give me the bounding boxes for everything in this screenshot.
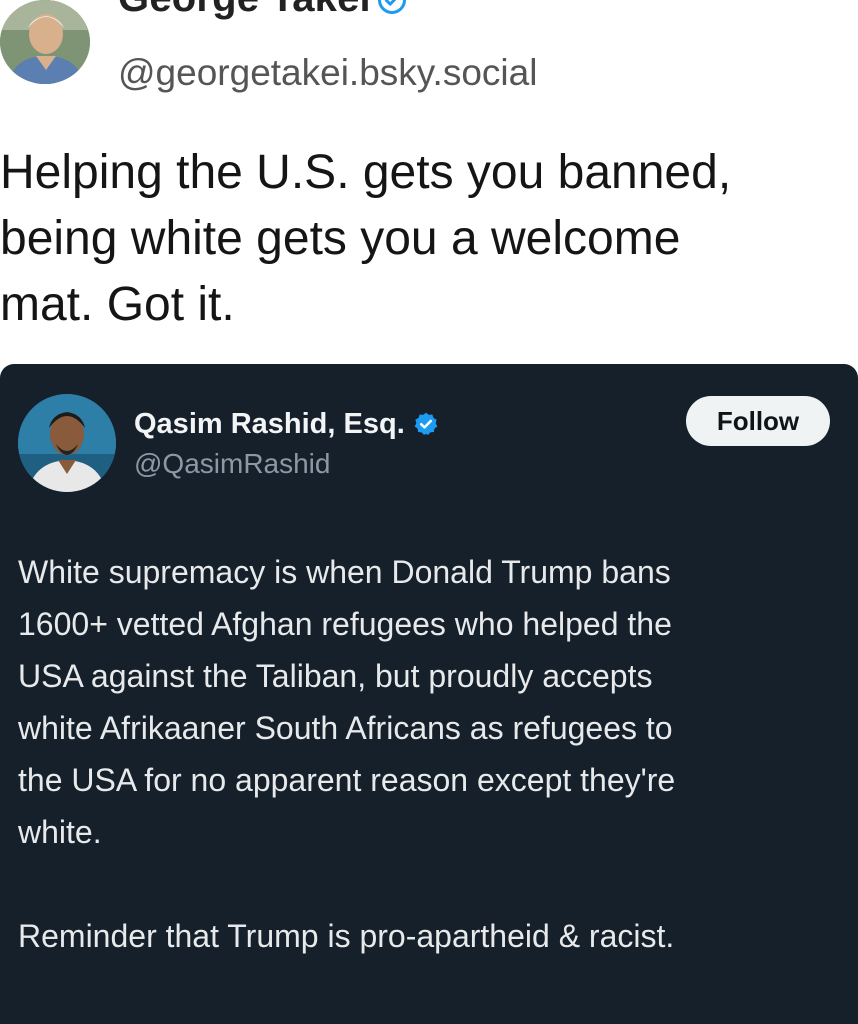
quoted-author-name-row: Qasim Rashid, Esq. — [134, 404, 439, 444]
post-text: Helping the U.S. gets you banned, being … — [0, 140, 850, 338]
author-name[interactable]: George Takei — [118, 0, 371, 18]
verified-badge-icon — [413, 411, 439, 437]
verified-badge-icon — [377, 0, 407, 15]
quoted-text-line: White supremacy is when Donald Trump ban… — [18, 554, 671, 590]
quoted-text-line: 1600+ vetted Afghan refugees who helped … — [18, 606, 672, 642]
quoted-text-line: the USA for no apparent reason except th… — [18, 762, 676, 798]
author-avatar[interactable] — [0, 0, 90, 84]
quoted-text-line: USA against the Taliban, but proudly acc… — [18, 658, 653, 694]
quoted-post-card[interactable]: Qasim Rashid, Esq. @QasimRashid Follow W… — [0, 364, 858, 1024]
person-avatar-icon — [18, 394, 116, 492]
post-header: George Takei @georgetakei.bsky.social — [0, 0, 858, 98]
post-text-line: Helping the U.S. gets you banned, — [0, 146, 732, 199]
quoted-author-name[interactable]: Qasim Rashid, Esq. — [134, 406, 405, 442]
follow-button[interactable]: Follow — [686, 396, 830, 446]
author-handle[interactable]: @georgetakei.bsky.social — [118, 52, 537, 94]
quoted-author-avatar[interactable] — [18, 394, 116, 492]
person-avatar-icon — [0, 0, 90, 84]
quoted-text-line: Reminder that Trump is pro-apartheid & r… — [18, 918, 675, 954]
post-text-line: being white gets you a welcome — [0, 212, 681, 265]
author-name-row: George Takei — [118, 0, 407, 18]
quoted-post-text: White supremacy is when Donald Trump ban… — [18, 546, 848, 962]
quoted-text-line: white. — [18, 814, 102, 850]
quoted-author-handle[interactable]: @QasimRashid — [134, 446, 330, 482]
post-text-line: mat. Got it. — [0, 278, 235, 331]
quoted-text-line: white Afrikaaner South Africans as refug… — [18, 710, 673, 746]
